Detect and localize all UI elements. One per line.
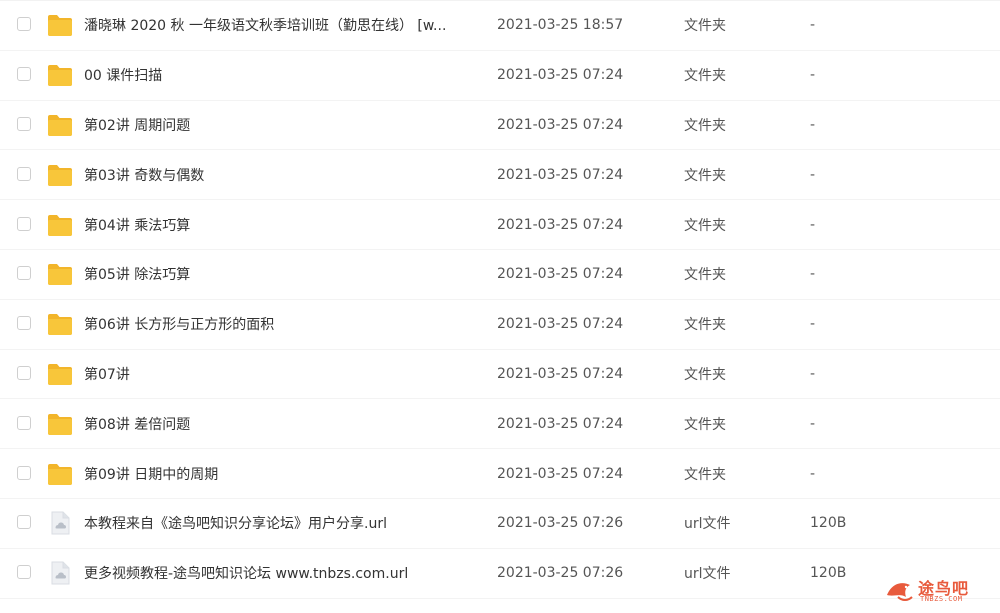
file-size: - bbox=[810, 116, 816, 133]
table-row[interactable]: 第04讲 乘法巧算 2021-03-25 07:24 文件夹 - bbox=[0, 200, 1000, 250]
table-row[interactable]: 第06讲 长方形与正方形的面积 2021-03-25 07:24 文件夹 - bbox=[0, 300, 1000, 350]
folder-icon bbox=[47, 13, 73, 37]
file-type: 文件夹 bbox=[684, 466, 726, 483]
row-checkbox[interactable] bbox=[17, 266, 31, 281]
table-row[interactable]: 第05讲 除法巧算 2021-03-25 07:24 文件夹 - bbox=[0, 250, 1000, 300]
file-date: 2021-03-25 07:24 bbox=[497, 465, 624, 482]
file-date: 2021-03-25 07:24 bbox=[497, 365, 624, 382]
file-size: - bbox=[810, 166, 816, 183]
row-checkbox[interactable] bbox=[17, 316, 31, 331]
file-type: 文件夹 bbox=[684, 167, 726, 184]
folder-icon bbox=[47, 412, 73, 436]
row-checkbox[interactable] bbox=[17, 515, 31, 530]
row-checkbox[interactable] bbox=[17, 116, 31, 131]
file-name[interactable]: 更多视频教程-途鸟吧知识论坛 www.tnbzs.com.url bbox=[84, 563, 408, 583]
table-row[interactable]: 潘晓琳 2020 秋 一年级语文秋季培训班（勤思在线） [w... 2021-0… bbox=[0, 1, 1000, 51]
table-row[interactable]: 第03讲 奇数与偶数 2021-03-25 07:24 文件夹 - bbox=[0, 150, 1000, 201]
table-row[interactable]: 第02讲 周期问题 2021-03-25 07:24 文件夹 - bbox=[0, 101, 1000, 151]
folder-icon bbox=[47, 462, 73, 486]
file-name[interactable]: 本教程来自《途鸟吧知识分享论坛》用户分享.url bbox=[84, 513, 387, 533]
row-checkbox[interactable] bbox=[17, 415, 31, 430]
file-type: 文件夹 bbox=[684, 117, 726, 134]
file-name[interactable]: 潘晓琳 2020 秋 一年级语文秋季培训班（勤思在线） [w... bbox=[84, 15, 446, 35]
file-rows: 潘晓琳 2020 秋 一年级语文秋季培训班（勤思在线） [w... 2021-0… bbox=[0, 1, 1000, 599]
file-name[interactable]: 第07讲 bbox=[84, 364, 130, 384]
file-name[interactable]: 第03讲 奇数与偶数 bbox=[84, 165, 204, 185]
file-size: - bbox=[810, 365, 816, 382]
table-row[interactable]: 第07讲 2021-03-25 07:24 文件夹 - bbox=[0, 350, 1000, 400]
file-size: 120B bbox=[810, 515, 847, 532]
file-name[interactable]: 第06讲 长方形与正方形的面积 bbox=[84, 314, 274, 334]
file-date: 2021-03-25 07:24 bbox=[497, 415, 624, 432]
folder-icon bbox=[47, 113, 73, 137]
file-size: - bbox=[810, 216, 816, 233]
row-checkbox[interactable] bbox=[17, 465, 31, 480]
row-checkbox[interactable] bbox=[17, 166, 31, 181]
watermark-logo: 途鸟吧 TNBZS.COM bbox=[882, 573, 992, 609]
file-size: - bbox=[810, 465, 816, 482]
file-date: 2021-03-25 07:24 bbox=[497, 67, 624, 84]
file-size: - bbox=[810, 415, 816, 432]
file-size: - bbox=[810, 316, 816, 333]
row-checkbox[interactable] bbox=[17, 216, 31, 231]
file-type: 文件夹 bbox=[684, 217, 726, 234]
folder-icon bbox=[47, 163, 73, 187]
file-name[interactable]: 第09讲 日期中的周期 bbox=[84, 464, 218, 484]
url-file-icon bbox=[47, 511, 73, 535]
table-row[interactable]: 第08讲 差倍问题 2021-03-25 07:24 文件夹 - bbox=[0, 399, 1000, 450]
file-type: 文件夹 bbox=[684, 267, 726, 284]
table-row[interactable]: 00 课件扫描 2021-03-25 07:24 文件夹 - bbox=[0, 51, 1000, 101]
file-date: 2021-03-25 07:24 bbox=[497, 166, 624, 183]
row-checkbox[interactable] bbox=[17, 565, 31, 580]
bird-logo-icon bbox=[887, 583, 913, 601]
folder-icon bbox=[47, 262, 73, 286]
table-row[interactable]: 更多视频教程-途鸟吧知识论坛 www.tnbzs.com.url 2021-03… bbox=[0, 549, 1000, 599]
file-name[interactable]: 第05讲 除法巧算 bbox=[84, 264, 190, 284]
file-size: - bbox=[810, 17, 816, 34]
file-type: url文件 bbox=[684, 516, 731, 533]
file-type: 文件夹 bbox=[684, 317, 726, 334]
row-checkbox[interactable] bbox=[17, 17, 31, 32]
file-size: - bbox=[810, 266, 816, 283]
file-size: 120B bbox=[810, 565, 847, 582]
url-file-icon bbox=[47, 561, 73, 585]
file-type: 文件夹 bbox=[684, 68, 726, 85]
file-date: 2021-03-25 18:57 bbox=[497, 17, 624, 34]
file-date: 2021-03-25 07:26 bbox=[497, 515, 624, 532]
folder-icon bbox=[47, 63, 73, 87]
file-name[interactable]: 第04讲 乘法巧算 bbox=[84, 215, 190, 235]
file-date: 2021-03-25 07:24 bbox=[497, 316, 624, 333]
file-date: 2021-03-25 07:24 bbox=[497, 216, 624, 233]
file-date: 2021-03-25 07:24 bbox=[497, 116, 624, 133]
file-type: 文件夹 bbox=[684, 18, 726, 35]
file-list: 潘晓琳 2020 秋 一年级语文秋季培训班（勤思在线） [w... 2021-0… bbox=[0, 0, 1000, 613]
file-date: 2021-03-25 07:26 bbox=[497, 565, 624, 582]
table-row[interactable]: 第09讲 日期中的周期 2021-03-25 07:24 文件夹 - bbox=[0, 449, 1000, 499]
row-checkbox[interactable] bbox=[17, 365, 31, 380]
file-size: - bbox=[810, 67, 816, 84]
file-name[interactable]: 第02讲 周期问题 bbox=[84, 115, 190, 135]
watermark-subtext: TNBZS.COM bbox=[920, 595, 963, 603]
file-type: 文件夹 bbox=[684, 366, 726, 383]
file-type: url文件 bbox=[684, 566, 731, 583]
file-name[interactable]: 第08讲 差倍问题 bbox=[84, 414, 190, 434]
row-checkbox[interactable] bbox=[17, 67, 31, 82]
table-row[interactable]: 本教程来自《途鸟吧知识分享论坛》用户分享.url 2021-03-25 07:2… bbox=[0, 499, 1000, 549]
folder-icon bbox=[47, 362, 73, 386]
file-date: 2021-03-25 07:24 bbox=[497, 266, 624, 283]
folder-icon bbox=[47, 213, 73, 237]
file-type: 文件夹 bbox=[684, 416, 726, 433]
folder-icon bbox=[47, 312, 73, 336]
file-name[interactable]: 00 课件扫描 bbox=[84, 65, 162, 85]
